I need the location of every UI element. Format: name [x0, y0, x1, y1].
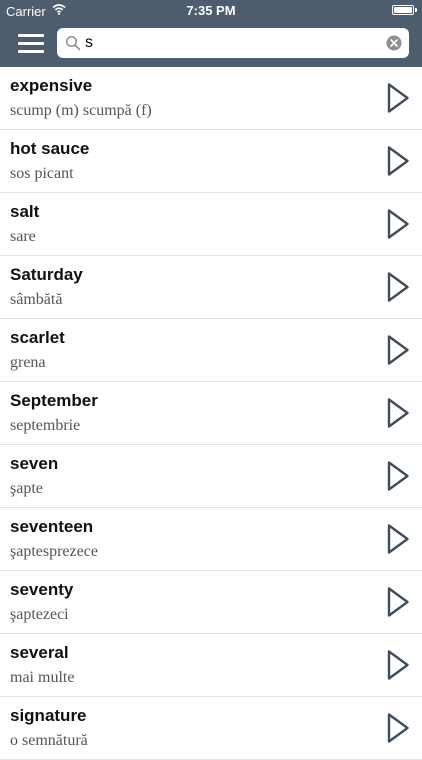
entry-translation: mai multe — [10, 669, 75, 686]
entry-term: expensive — [10, 76, 93, 95]
play-icon[interactable] — [386, 208, 410, 240]
list-item[interactable]: seventy şaptezeci — [0, 571, 422, 634]
list-item[interactable]: seventeen şaptesprezece — [0, 508, 422, 571]
play-icon[interactable] — [386, 712, 410, 744]
search-field[interactable] — [57, 28, 409, 58]
search-input[interactable] — [85, 33, 375, 53]
play-icon[interactable] — [386, 334, 410, 366]
entry-term: hot sauce — [10, 139, 90, 158]
entry-translation: şaptezeci — [10, 606, 69, 623]
entry-term: Saturday — [10, 265, 83, 284]
entry-translation: o semnătură — [10, 732, 88, 749]
clock: 7:35 PM — [186, 3, 236, 18]
clear-icon[interactable] — [386, 35, 402, 51]
list-item[interactable]: seven şapte — [0, 445, 422, 508]
hamburger-menu-icon — [18, 34, 44, 37]
play-icon[interactable] — [386, 271, 410, 303]
entry-term: September — [10, 391, 98, 410]
play-icon[interactable] — [386, 82, 410, 114]
play-icon[interactable] — [386, 460, 410, 492]
play-icon[interactable] — [386, 145, 410, 177]
list-item[interactable]: hot sauce sos picant — [0, 130, 422, 193]
list-item[interactable]: signature o semnătură — [0, 697, 422, 760]
menu-button[interactable] — [18, 32, 46, 54]
entry-translation: şapte — [10, 480, 43, 497]
entry-translation: sos picant — [10, 165, 74, 182]
entry-term: seventeen — [10, 517, 94, 536]
entry-translation: scump (m) scumpă (f) — [10, 102, 152, 119]
entry-term: seventy — [10, 580, 74, 599]
play-icon[interactable] — [386, 586, 410, 618]
entry-term: salt — [10, 202, 40, 221]
entry-translation: septembrie — [10, 417, 81, 434]
entry-translation: sâmbătă — [10, 291, 63, 308]
battery-icon — [392, 5, 417, 15]
entry-term: scarlet — [10, 328, 65, 347]
status-bar: Carrier 7:35 PM — [0, 0, 422, 22]
entry-term: signature — [10, 706, 87, 725]
entry-translation: şaptesprezece — [10, 543, 98, 560]
search-icon — [65, 35, 81, 56]
play-icon[interactable] — [386, 397, 410, 429]
entry-translation: grena — [10, 354, 46, 371]
entry-term: seven — [10, 454, 59, 473]
entry-term: several — [10, 643, 69, 662]
list-item[interactable]: expensive scump (m) scumpă (f) — [0, 67, 422, 130]
list-item[interactable]: scarlet grena — [0, 319, 422, 382]
navigation-bar: Carrier 7:35 PM — [0, 0, 422, 67]
entry-translation: sare — [10, 228, 36, 245]
list-item[interactable]: several mai multe — [0, 634, 422, 697]
play-icon[interactable] — [386, 649, 410, 681]
list-item[interactable]: Saturday sâmbătă — [0, 256, 422, 319]
list-item[interactable]: September septembrie — [0, 382, 422, 445]
list-item[interactable]: salt sare — [0, 193, 422, 256]
play-icon[interactable] — [386, 523, 410, 555]
results-list: expensive scump (m) scumpă (f) hot sauce… — [0, 67, 422, 760]
